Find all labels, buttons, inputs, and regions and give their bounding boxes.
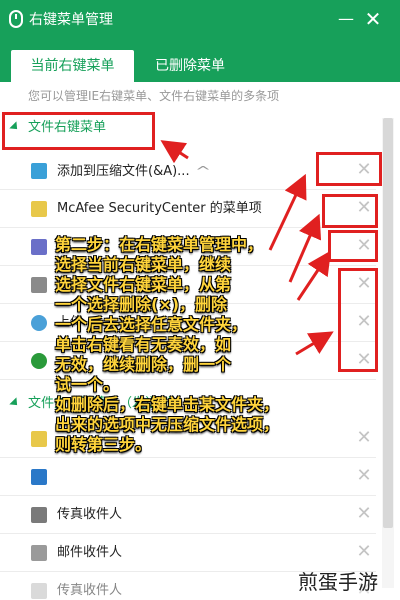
instruction-line: 如删除后，右键单击某文件夹， — [55, 395, 280, 414]
instruction-line: 一个选择删除(×)，删除 — [55, 295, 228, 314]
instruction-line: 选择当前右键菜单，继续 — [55, 255, 232, 274]
instruction-line: 则转第三步。 — [55, 435, 152, 454]
arrow-to-group — [160, 140, 189, 164]
instruction-line: 第二步：在右键菜单管理中， — [55, 235, 264, 254]
instruction-line: 选择文件右键菜单，从第 — [55, 275, 232, 294]
instruction-line: 出来的选项中无压缩文件选项， — [55, 415, 280, 434]
instruction-line: 一个后去选择任意文件夹， — [55, 315, 248, 334]
instruction-line: 试一个。 — [55, 375, 120, 394]
context-menu-manager-window: 右键菜单管理 — ✕ 当前右键菜单 已删除菜单 您可以管理IE右键菜单、文件右键… — [0, 0, 400, 600]
watermark-text: 煎蛋手游 — [298, 570, 378, 594]
instruction-overlay: 第二步：在右键菜单管理中， 选择当前右键菜单，继续 选择文件右键菜单，从第 一个… — [55, 235, 330, 455]
instruction-line: 单击右键看有无奏效，如 — [55, 335, 232, 354]
instruction-line: 无效，继续删除，删一个 — [55, 355, 232, 374]
